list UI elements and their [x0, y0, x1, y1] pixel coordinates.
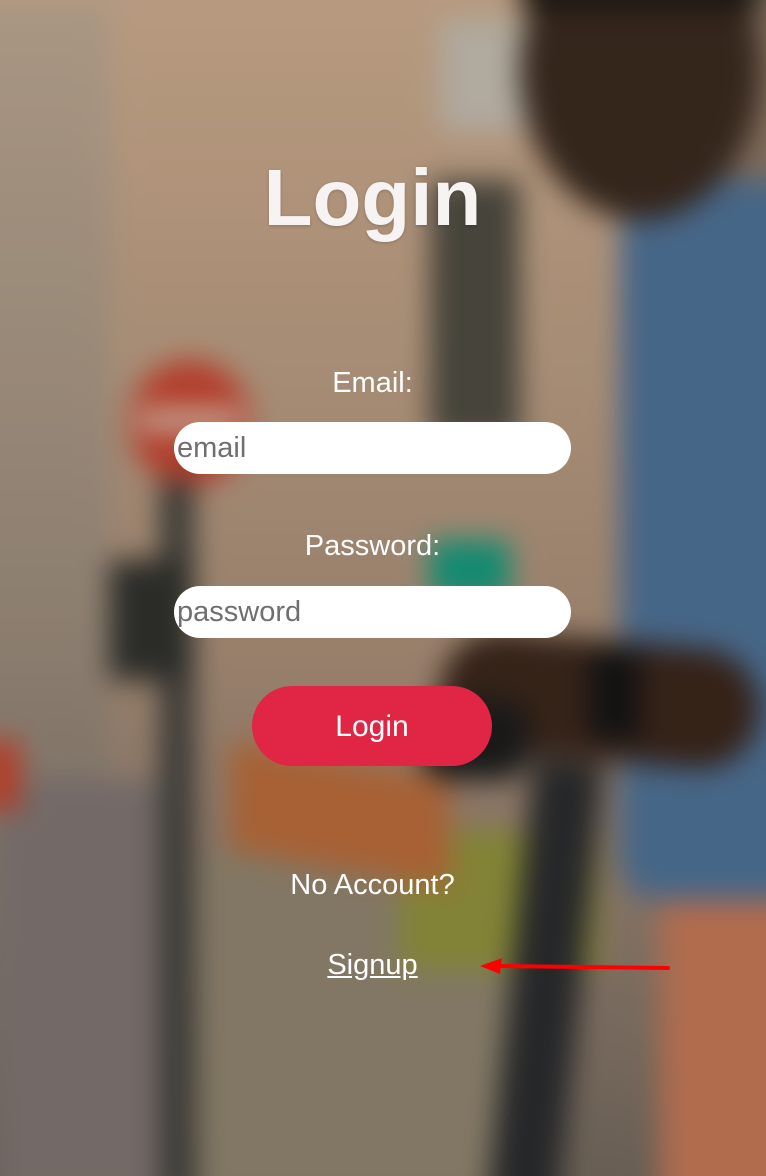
login-page: Login Email: Password: Login No Account?… — [0, 0, 766, 1176]
login-form-container: Login Email: Password: Login No Account?… — [0, 0, 766, 1176]
email-label: Email: — [332, 367, 413, 399]
password-label: Password: — [304, 530, 441, 562]
page-title: Login — [263, 153, 482, 242]
signup-link[interactable]: Signup — [327, 949, 417, 981]
red-arrow-icon — [480, 958, 670, 974]
password-input[interactable] — [174, 586, 571, 638]
email-input[interactable] — [174, 422, 571, 474]
no-account-text: No Account? — [290, 869, 455, 901]
login-button[interactable]: Login — [252, 686, 492, 766]
